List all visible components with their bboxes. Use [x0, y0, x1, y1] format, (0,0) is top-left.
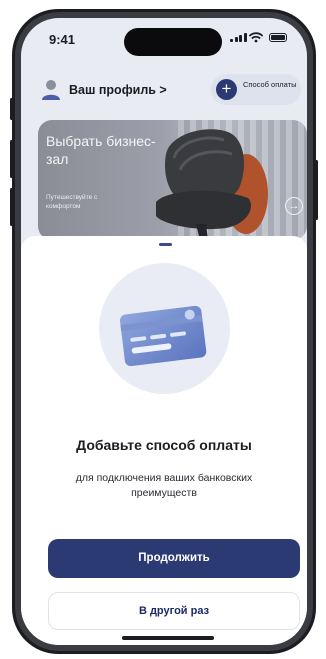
continue-button[interactable]: Продолжить [48, 539, 300, 578]
home-indicator[interactable] [122, 636, 214, 640]
business-lounge-banner[interactable]: Выбрать бизнес-зал Путешествуйте с комфо… [38, 120, 307, 240]
sheet-title: Добавьте способ оплаты [76, 437, 252, 453]
add-payment-label: Способ оплаты [243, 80, 297, 89]
profile-link[interactable]: Ваш профиль > [69, 83, 167, 97]
banner-subtitle: Путешествуйте с комфортом [46, 194, 98, 210]
dynamic-island [124, 28, 222, 56]
sheet-drag-handle[interactable] [159, 243, 172, 246]
phone-screen: 9:41 Ваш профиль > + Способ оплаты Выбра… [21, 18, 307, 645]
arrow-right-icon[interactable]: → [285, 197, 303, 215]
credit-card-icon [119, 305, 207, 366]
bottom-sheet: Добавьте способ оплаты для подключения в… [21, 236, 307, 645]
user-avatar-icon[interactable] [41, 79, 61, 101]
status-bar: 9:41 [21, 18, 307, 62]
later-button[interactable]: В другой раз [48, 592, 300, 630]
signal-icon [230, 33, 247, 42]
wifi-icon [249, 32, 263, 43]
sheet-subtitle: для подключения ваших банковских преимущ… [75, 472, 253, 499]
banner-title: Выбрать бизнес-зал [46, 133, 156, 167]
profile-header: Ваш профиль > + Способ оплаты [21, 70, 307, 110]
status-time: 9:41 [49, 32, 76, 47]
battery-icon [269, 33, 287, 42]
plus-icon: + [216, 79, 237, 100]
add-payment-method-button[interactable]: + Способ оплаты [211, 74, 301, 105]
